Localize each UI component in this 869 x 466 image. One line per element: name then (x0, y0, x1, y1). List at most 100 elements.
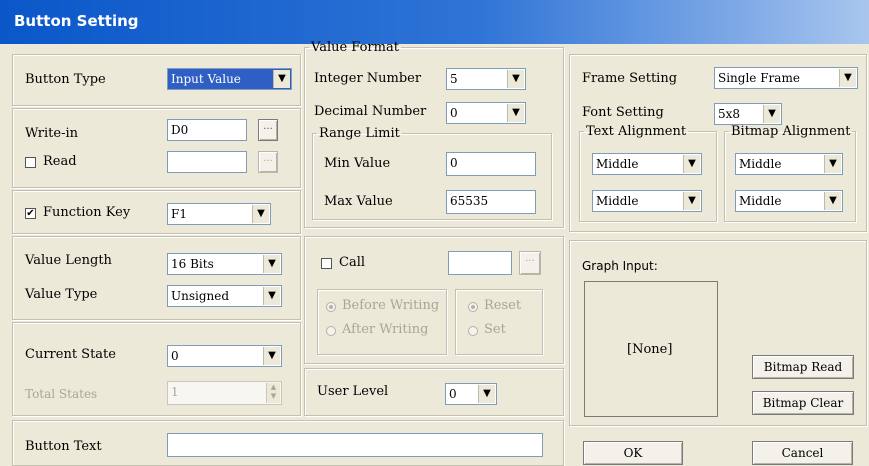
graph-none-text: [None] (627, 342, 673, 357)
graph-preview[interactable]: [None] (584, 281, 718, 417)
before-writing-label: Before Writing (342, 298, 440, 313)
chevron-down-icon: ▼ (683, 155, 700, 173)
total-states-value: 1 (171, 385, 179, 399)
button-type-value: Input Value (171, 72, 241, 86)
dialog-body: Button Type Input Value ▼ Write-in D0 ..… (2, 40, 868, 466)
bitmap-clear-button[interactable]: Bitmap Clear (752, 391, 854, 415)
chevron-down-icon: ▼ (478, 385, 495, 403)
frame-setting-value: Single Frame (718, 71, 800, 85)
states-panel: Current State 0 ▼ Total States 1 ▲ ▼ (12, 322, 301, 416)
cancel-button[interactable]: Cancel (752, 441, 853, 465)
function-key-select[interactable]: F1 ▼ (167, 203, 271, 225)
button-type-label: Button Type (25, 72, 106, 87)
graph-input-panel: Graph Input: [None] Bitmap Read Bitmap C… (569, 240, 867, 426)
min-value-label: Min Value (324, 156, 391, 171)
text-align-vertical-value: Middle (596, 194, 639, 208)
total-states-spinner[interactable]: 1 ▲ ▼ (167, 381, 282, 405)
graph-input-label: Graph Input: (582, 259, 658, 273)
set-radio[interactable] (468, 326, 478, 336)
font-setting-label: Font Setting (582, 105, 664, 120)
decimal-number-value: 0 (450, 106, 458, 120)
title-bar: Button Setting (0, 0, 869, 44)
chevron-down-icon: ▼ (507, 104, 524, 122)
value-type-value: Unsigned (171, 289, 230, 303)
value-length-panel: Value Length 16 Bits ▼ Value Type Unsign… (12, 236, 301, 320)
value-length-select[interactable]: 16 Bits ▼ (167, 253, 282, 275)
function-key-value: F1 (171, 207, 187, 221)
current-state-select[interactable]: 0 ▼ (167, 345, 282, 367)
bitmap-align-vertical-value: Middle (739, 194, 782, 208)
frame-setting-select[interactable]: Single Frame ▼ (714, 67, 858, 89)
user-level-select[interactable]: 0 ▼ (445, 383, 497, 405)
chevron-down-icon: ▼ (683, 192, 700, 210)
spinner-arrows-icon[interactable]: ▲ ▼ (266, 383, 280, 403)
user-level-label: User Level (317, 384, 389, 399)
font-setting-select[interactable]: 5x8 ▼ (714, 103, 782, 125)
frame-setting-label: Frame Setting (582, 71, 678, 86)
reset-label: Reset (484, 298, 522, 313)
write-read-panel: Write-in D0 ... Read ... (12, 108, 301, 188)
window-title: Button Setting (14, 12, 139, 30)
function-key-panel: ✔ Function Key F1 ▼ (12, 190, 301, 234)
max-value-field[interactable]: 65535 (446, 190, 536, 214)
button-text-panel: Button Text (12, 420, 564, 466)
call-checkbox[interactable] (321, 258, 332, 269)
integer-number-label: Integer Number (314, 71, 422, 86)
read-browse-button[interactable]: ... (258, 151, 278, 173)
reset-radio[interactable] (468, 302, 478, 312)
call-label: Call (339, 255, 366, 270)
decimal-number-select[interactable]: 0 ▼ (446, 102, 526, 124)
chevron-down-icon: ▼ (824, 192, 841, 210)
value-length-label: Value Length (25, 253, 112, 268)
range-limit-legend: Range Limit (319, 126, 400, 141)
button-type-select[interactable]: Input Value ▼ (167, 68, 292, 90)
chevron-down-icon: ▼ (763, 105, 780, 123)
read-field[interactable] (167, 151, 247, 173)
after-writing-label: After Writing (342, 322, 429, 337)
bitmap-align-vertical-select[interactable]: Middle ▼ (735, 190, 843, 212)
after-writing-radio[interactable] (326, 326, 336, 336)
read-label: Read (43, 154, 77, 169)
font-setting-value: 5x8 (718, 107, 741, 121)
before-writing-radio[interactable] (326, 302, 336, 312)
chevron-down-icon: ▼ (507, 70, 524, 88)
user-level-value: 0 (449, 387, 457, 401)
button-text-field[interactable] (167, 433, 543, 457)
text-align-horizontal-select[interactable]: Middle ▼ (592, 153, 702, 175)
current-state-label: Current State (25, 347, 116, 362)
current-state-value: 0 (171, 349, 179, 363)
user-level-panel: User Level 0 ▼ (304, 368, 564, 416)
min-value-field[interactable]: 0 (446, 152, 536, 176)
chevron-down-icon: ▼ (824, 155, 841, 173)
integer-number-select[interactable]: 5 ▼ (446, 68, 526, 90)
write-in-field[interactable]: D0 (167, 119, 247, 141)
decimal-number-label: Decimal Number (314, 104, 427, 119)
call-panel: Call ... Before Writing After Writing Re… (304, 236, 564, 364)
text-align-horizontal-value: Middle (596, 157, 639, 171)
write-in-browse-button[interactable]: ... (258, 119, 278, 141)
chevron-down-icon: ▼ (263, 287, 280, 305)
call-field[interactable] (448, 251, 512, 275)
bitmap-read-button[interactable]: Bitmap Read (752, 355, 854, 379)
spin-up-icon[interactable]: ▲ (267, 383, 280, 392)
integer-number-value: 5 (450, 72, 458, 86)
write-in-label: Write-in (25, 126, 78, 141)
function-key-label: Function Key (43, 205, 131, 220)
ok-button[interactable]: OK (583, 441, 683, 465)
chevron-down-icon: ▼ (263, 347, 280, 365)
chevron-down-icon: ▼ (273, 70, 290, 88)
button-type-panel: Button Type Input Value ▼ (12, 54, 301, 106)
spin-down-icon[interactable]: ▼ (267, 392, 280, 401)
text-align-vertical-select[interactable]: Middle ▼ (592, 190, 702, 212)
function-key-checkbox[interactable]: ✔ (25, 208, 36, 219)
read-checkbox[interactable] (25, 157, 36, 168)
value-type-select[interactable]: Unsigned ▼ (167, 285, 282, 307)
value-format-legend: Value Format (311, 40, 399, 55)
chevron-down-icon: ▼ (263, 255, 280, 273)
bitmap-align-horizontal-select[interactable]: Middle ▼ (735, 153, 843, 175)
call-browse-button[interactable]: ... (519, 251, 541, 275)
value-type-label: Value Type (25, 287, 98, 302)
button-text-label: Button Text (25, 439, 102, 454)
bitmap-alignment-legend: Bitmap Alignment (731, 124, 851, 139)
max-value-label: Max Value (324, 194, 393, 209)
